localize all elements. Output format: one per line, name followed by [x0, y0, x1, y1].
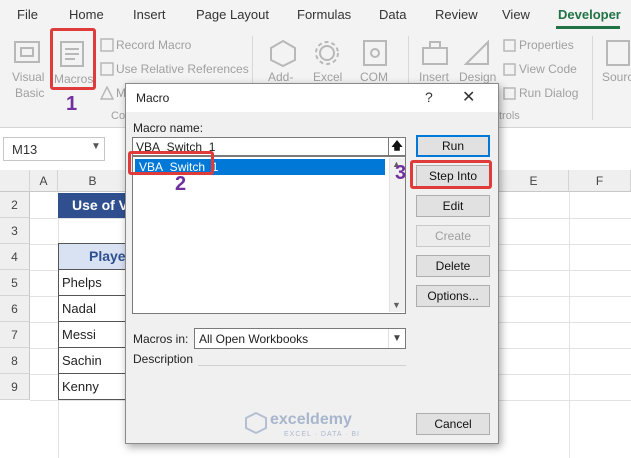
source-icon: [606, 40, 630, 66]
run-button[interactable]: Run: [416, 135, 490, 157]
macros-in-label: Macros in:: [133, 332, 189, 346]
select-all-corner[interactable]: [0, 170, 30, 192]
run-dialog-icon: [503, 87, 516, 100]
view-code-icon: [503, 63, 516, 76]
com-add-ins-button[interactable]: COM: [360, 70, 388, 84]
description-label: Description: [133, 352, 194, 366]
watermark-tagline: EXCEL · DATA · BI: [284, 431, 360, 438]
chevron-down-icon[interactable]: ▼: [91, 141, 101, 152]
step-2-label: 2: [175, 173, 187, 195]
row-header-5[interactable]: 5: [0, 270, 30, 296]
add-ins-icon: [270, 39, 296, 68]
grid-line: [569, 192, 570, 458]
row-header-3[interactable]: 3: [0, 218, 30, 244]
cancel-button[interactable]: Cancel: [416, 413, 490, 435]
record-macro-button[interactable]: Record Macro: [116, 38, 191, 52]
properties-button[interactable]: Properties: [519, 38, 574, 52]
tab-data[interactable]: Data: [379, 7, 406, 22]
tab-review[interactable]: Review: [435, 7, 478, 22]
insert-control-button[interactable]: Insert: [419, 70, 449, 84]
chevron-down-icon[interactable]: ▼: [388, 329, 405, 348]
exceldemy-logo-icon: [245, 412, 267, 434]
options-button[interactable]: Options...: [416, 285, 490, 307]
tab-view[interactable]: View: [502, 7, 530, 22]
column-header-a[interactable]: A: [30, 170, 58, 192]
row-header-2[interactable]: 2: [0, 192, 30, 218]
macro-dialog: Macro ? ✕ Macro name: VBA_Switch_1 🡅 VBA…: [125, 83, 499, 444]
properties-icon: [503, 39, 516, 52]
arrow-up-icon[interactable]: 🡅: [388, 137, 406, 156]
relative-references-icon: [100, 62, 114, 76]
divider: [198, 365, 406, 366]
step-1-label: 1: [66, 93, 78, 115]
visual-basic-label-1[interactable]: Visual: [12, 70, 44, 84]
tab-formulas[interactable]: Formulas: [297, 7, 351, 22]
player-cell[interactable]: Sachin: [58, 348, 128, 374]
excel-add-ins-button[interactable]: Excel: [313, 70, 342, 84]
player-header-cell[interactable]: Playe: [58, 243, 128, 270]
row-header-8[interactable]: 8: [0, 348, 30, 374]
macros-highlight-box: [50, 28, 96, 90]
description-area: [132, 374, 406, 434]
macro-name-label: Macro name:: [133, 121, 204, 135]
scroll-down-icon[interactable]: ▼: [392, 300, 401, 310]
row-header-4[interactable]: 4: [0, 244, 30, 270]
visual-basic-icon: [14, 41, 40, 63]
dialog-title: Macro: [136, 91, 170, 105]
delete-button[interactable]: Delete: [416, 255, 490, 277]
warning-icon: [100, 86, 114, 100]
gear-icon: [315, 41, 339, 65]
controls-group-label: trols: [499, 110, 520, 122]
player-cell[interactable]: Nadal: [58, 296, 128, 322]
player-cell[interactable]: Phelps: [58, 270, 128, 296]
ribbon-separator: [592, 36, 593, 120]
column-header-f[interactable]: F: [569, 170, 631, 192]
step-3-label: 3: [395, 162, 407, 184]
row-header-9[interactable]: 9: [0, 374, 30, 400]
tab-file[interactable]: File: [17, 7, 38, 22]
column-header-e[interactable]: E: [499, 170, 569, 192]
tab-developer[interactable]: Developer: [558, 7, 621, 22]
player-cell[interactable]: Kenny: [58, 374, 128, 400]
row-header-7[interactable]: 7: [0, 322, 30, 348]
relative-references-button[interactable]: Use Relative References: [116, 62, 249, 76]
create-button[interactable]: Create: [416, 225, 490, 247]
ribbon-tab-bar: File Home Insert Page Layout Formulas Da…: [0, 0, 631, 30]
dialog-title-bar[interactable]: Macro ? ✕: [126, 84, 498, 112]
step-into-highlight-box: [410, 160, 492, 189]
row-header-6[interactable]: 6: [0, 296, 30, 322]
visual-basic-label-2[interactable]: Basic: [15, 86, 44, 100]
record-macro-icon: [100, 38, 114, 52]
macro-item-highlight-box: [128, 151, 214, 175]
com-add-ins-icon: [363, 40, 387, 66]
sheet-title-cell[interactable]: Use of V: [58, 193, 128, 218]
macro-list[interactable]: VBA_Switch_1 ▲ ▼: [132, 156, 406, 314]
active-tab-indicator: [556, 26, 620, 29]
run-dialog-button[interactable]: Run Dialog: [519, 86, 578, 100]
name-box[interactable]: M13: [3, 137, 105, 161]
design-mode-icon: [463, 39, 489, 65]
watermark-brand: exceldemy: [270, 411, 352, 428]
help-button[interactable]: ?: [425, 89, 433, 105]
close-icon[interactable]: ✕: [462, 87, 475, 107]
code-group-label: Co: [111, 110, 126, 122]
edit-button[interactable]: Edit: [416, 195, 490, 217]
player-cell[interactable]: Messi: [58, 322, 128, 348]
toolbox-icon: [422, 41, 448, 65]
tab-page-layout[interactable]: Page Layout: [196, 7, 269, 22]
tab-home[interactable]: Home: [69, 7, 104, 22]
column-header-b[interactable]: B: [58, 170, 128, 192]
add-ins-button[interactable]: Add-: [268, 70, 293, 84]
source-button[interactable]: Sourc: [602, 70, 631, 84]
design-mode-button[interactable]: Design: [459, 70, 496, 84]
tab-insert[interactable]: Insert: [133, 7, 166, 22]
macros-in-select[interactable]: All Open Workbooks: [194, 328, 406, 349]
view-code-button[interactable]: View Code: [519, 62, 577, 76]
